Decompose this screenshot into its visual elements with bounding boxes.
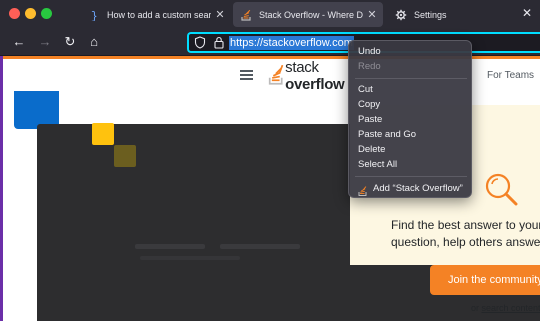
shield-icon[interactable] xyxy=(194,36,206,49)
tab-title: Settings xyxy=(414,9,447,20)
hamburger-menu-icon[interactable] xyxy=(240,70,253,80)
stackoverflow-icon xyxy=(358,183,367,196)
stackoverflow-logo-icon xyxy=(268,65,284,85)
home-icon[interactable]: ⌂ xyxy=(86,34,102,50)
search-content-text: or search content xyxy=(471,303,540,313)
join-community-button[interactable]: Join the community xyxy=(430,265,540,295)
menu-item-cut[interactable]: Cut xyxy=(358,84,373,95)
menu-item-select-all[interactable]: Select All xyxy=(358,159,397,170)
menu-item-paste[interactable]: Paste xyxy=(358,114,382,125)
tab-stackoverflow[interactable]: Stack Overflow - Where Developers ✕ xyxy=(233,2,383,27)
tab-close-icon[interactable]: ✕ xyxy=(215,8,225,21)
window-minimize-dot[interactable] xyxy=(25,8,36,19)
context-menu: Undo Redo Cut Copy Paste Paste and Go De… xyxy=(348,40,472,198)
back-arrow-icon[interactable]: ← xyxy=(11,34,27,50)
url-text[interactable]: https://stackoverflow.com xyxy=(229,36,354,50)
close-window-icon[interactable]: ✕ xyxy=(522,6,532,20)
window-close-dot[interactable] xyxy=(9,8,20,19)
magnifier-icon xyxy=(483,171,523,211)
or-label: or xyxy=(471,303,482,313)
gear-icon xyxy=(394,8,408,22)
placeholder-line xyxy=(140,256,240,260)
window-zoom-dot[interactable] xyxy=(41,8,52,19)
lock-icon[interactable] xyxy=(213,36,225,49)
menu-item-add-search-engine[interactable]: Add “Stack Overflow” xyxy=(373,183,463,194)
forward-arrow-icon[interactable]: → xyxy=(37,34,53,50)
yellow-square-decoration xyxy=(92,123,114,145)
search-content-link[interactable]: search content xyxy=(482,303,540,313)
code-brackets-icon: } xyxy=(87,8,101,22)
menu-separator xyxy=(355,78,467,79)
tab-title: How to add a custom search engine xyxy=(107,9,211,20)
reload-icon[interactable]: ↻ xyxy=(62,34,78,50)
menu-item-copy[interactable]: Copy xyxy=(358,99,380,110)
tab-close-icon[interactable]: ✕ xyxy=(367,8,377,21)
promo-line: question, help others answer xyxy=(391,235,540,249)
placeholder-line xyxy=(220,244,300,249)
tab-settings[interactable]: Settings xyxy=(388,2,468,27)
menu-item-redo: Redo xyxy=(358,61,381,72)
window-edge xyxy=(0,56,3,321)
logo-text-bold: overflow xyxy=(285,76,345,93)
svg-text:}: } xyxy=(91,11,98,21)
logo-text-light: stack xyxy=(285,59,319,76)
promo-line: Find the best answer to your xyxy=(391,218,540,232)
tab-bar: } How to add a custom search engine ✕ St… xyxy=(0,0,540,28)
dim-square-decoration xyxy=(114,145,136,167)
menu-item-paste-and-go[interactable]: Paste and Go xyxy=(358,129,416,140)
tab-custom-search[interactable]: } How to add a custom search engine ✕ xyxy=(81,2,231,27)
stackoverflow-icon xyxy=(239,8,253,22)
tab-title: Stack Overflow - Where Developers xyxy=(259,9,363,20)
menu-item-undo[interactable]: Undo xyxy=(358,46,381,57)
menu-separator xyxy=(355,176,467,177)
placeholder-line xyxy=(135,244,205,249)
promo-heading: Find the best answer to your question, h… xyxy=(391,217,540,251)
menu-item-delete[interactable]: Delete xyxy=(358,144,385,155)
for-teams-link[interactable]: For Teams xyxy=(487,70,534,81)
